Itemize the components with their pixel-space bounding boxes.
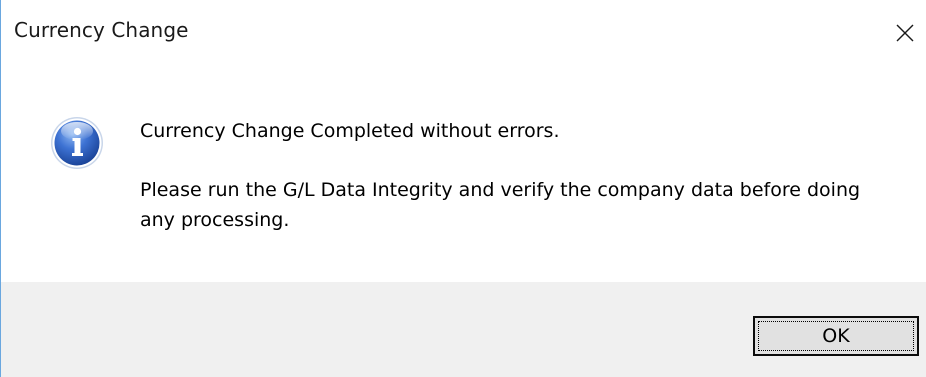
close-icon	[896, 24, 914, 42]
title-bar[interactable]: Currency Change	[1, 0, 926, 66]
button-bar: OK	[1, 282, 926, 377]
dialog-content: Currency Change Completed without errors…	[1, 66, 926, 282]
ok-button-label: OK	[822, 325, 850, 347]
message-dialog: Currency Change Currency Change Complete…	[0, 0, 926, 377]
ok-button[interactable]: OK	[753, 316, 919, 356]
info-icon	[51, 117, 103, 169]
close-button[interactable]	[884, 14, 926, 52]
message-line-completed: Currency Change Completed without errors…	[140, 120, 560, 142]
window-title: Currency Change	[14, 18, 189, 42]
message-line-instructions: Please run the G/L Data Integrity and ve…	[140, 179, 861, 231]
